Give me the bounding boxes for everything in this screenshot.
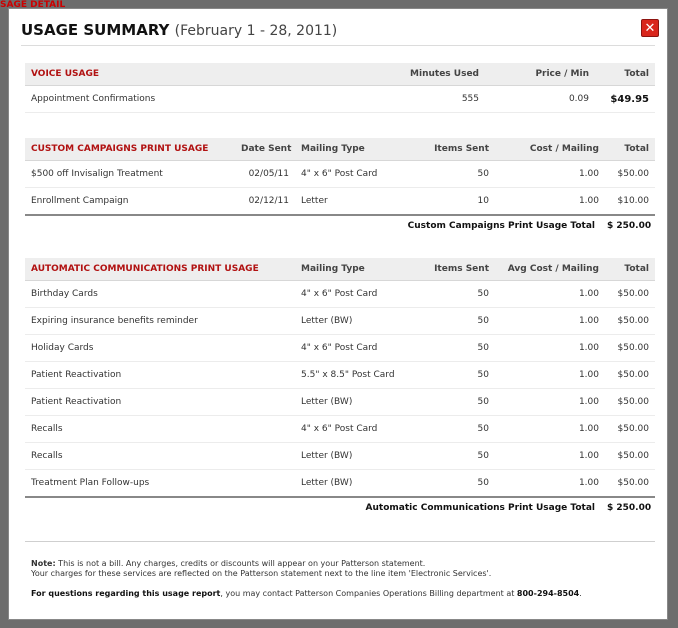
close-icon[interactable]: ✕	[641, 19, 659, 37]
contact-line: For questions regarding this usage repor…	[31, 589, 651, 598]
automatic-communications-section: AUTOMATIC COMMUNICATIONS PRINT USAGE Mai…	[25, 258, 655, 518]
automatic-communications-total-value: $ 250.00	[607, 503, 652, 513]
date-range: (February 1 - 28, 2011)	[174, 23, 338, 39]
table-row: Holiday Cards 4" x 6" Post Card 50 1.00 $50.…	[25, 335, 655, 362]
col-mailing-type: Mailing Type	[301, 264, 365, 274]
col-cost-mailing: Cost / Mailing	[529, 144, 599, 154]
dialog-title: USAGE SUMMARY (February 1 - 28, 2011)	[21, 21, 337, 39]
table-row: Recalls Letter (BW) 50 1.00 $50.00	[25, 443, 655, 470]
table-row: Expiring insurance benefits reminder Lett…	[25, 308, 655, 335]
voice-usage-header: VOICE USAGE Minutes Used Price / Min Tot…	[25, 63, 655, 86]
footer-divider	[25, 541, 655, 542]
contact-period: .	[579, 589, 582, 598]
col-total: Total	[624, 264, 649, 274]
col-total: Total	[624, 144, 649, 154]
automatic-communications-total-row: Automatic Communications Print Usage Tot…	[25, 498, 655, 518]
table-row: $500 off Invisalign Treatment 02/05/11 4…	[25, 161, 655, 188]
table-row: Enrollment Campaign 02/12/11 Letter 10 1…	[25, 188, 655, 216]
note-line-1: This is not a bill. Any charges, credits…	[55, 559, 426, 568]
automatic-communications-total-label: Automatic Communications Print Usage Tot…	[365, 503, 595, 513]
custom-campaigns-total-value: $ 250.00	[607, 221, 652, 231]
custom-campaigns-total-row: Custom Campaigns Print Usage Total $ 250…	[25, 216, 655, 236]
contact-text: , you may contact Patterson Companies Op…	[220, 589, 517, 598]
voice-usage-section: VOICE USAGE Minutes Used Price / Min Tot…	[25, 63, 655, 113]
col-total: Total	[624, 69, 649, 79]
voice-usage-title: VOICE USAGE	[31, 69, 99, 79]
note-line-2: Your charges for these services are refl…	[31, 569, 492, 578]
col-items-sent: Items Sent	[434, 264, 489, 274]
note-label: Note:	[31, 559, 56, 568]
table-row: Patient Reactivation Letter (BW) 50 1.00 $50…	[25, 389, 655, 416]
custom-campaigns-header: CUSTOM CAMPAIGNS PRINT USAGE Date Sent M…	[25, 138, 655, 161]
custom-campaigns-section: CUSTOM CAMPAIGNS PRINT USAGE Date Sent M…	[25, 138, 655, 236]
table-row: Treatment Plan Follow-ups Letter (BW) 50 1.…	[25, 470, 655, 498]
col-items-sent: Items Sent	[434, 144, 489, 154]
table-row: Birthday Cards 4" x 6" Post Card 50 1.00 $50…	[25, 281, 655, 308]
table-row: Patient Reactivation 5.5" x 8.5" Post Car…	[25, 362, 655, 389]
title-divider	[21, 45, 655, 46]
usage-summary-dialog: USAGE SUMMARY (February 1 - 28, 2011) ✕ …	[8, 8, 668, 620]
automatic-communications-rows: Birthday Cards 4" x 6" Post Card 50 1.00 $50…	[25, 281, 655, 498]
billing-note: Note: This is not a bill. Any charges, c…	[31, 559, 651, 579]
col-minutes-used: Minutes Used	[410, 69, 479, 79]
automatic-communications-header: AUTOMATIC COMMUNICATIONS PRINT USAGE Mai…	[25, 258, 655, 281]
contact-label: For questions regarding this usage repor…	[31, 589, 221, 598]
table-row: Recalls 4" x 6" Post Card 50 1.00 $50.00	[25, 416, 655, 443]
table-row: Appointment Confirmations 555 0.09 $49.9…	[25, 86, 655, 113]
custom-campaigns-total-label: Custom Campaigns Print Usage Total	[407, 221, 595, 231]
dialog-title-text: USAGE SUMMARY	[21, 21, 170, 39]
col-price-min: Price / Min	[535, 69, 589, 79]
custom-campaigns-title: CUSTOM CAMPAIGNS PRINT USAGE	[31, 144, 209, 154]
billing-phone: 800-294-8504	[516, 589, 580, 598]
col-date-sent: Date Sent	[241, 144, 292, 154]
col-avg-cost-mailing: Avg Cost / Mailing	[507, 264, 599, 274]
col-mailing-type: Mailing Type	[301, 144, 365, 154]
automatic-communications-title: AUTOMATIC COMMUNICATIONS PRINT USAGE	[31, 264, 259, 274]
